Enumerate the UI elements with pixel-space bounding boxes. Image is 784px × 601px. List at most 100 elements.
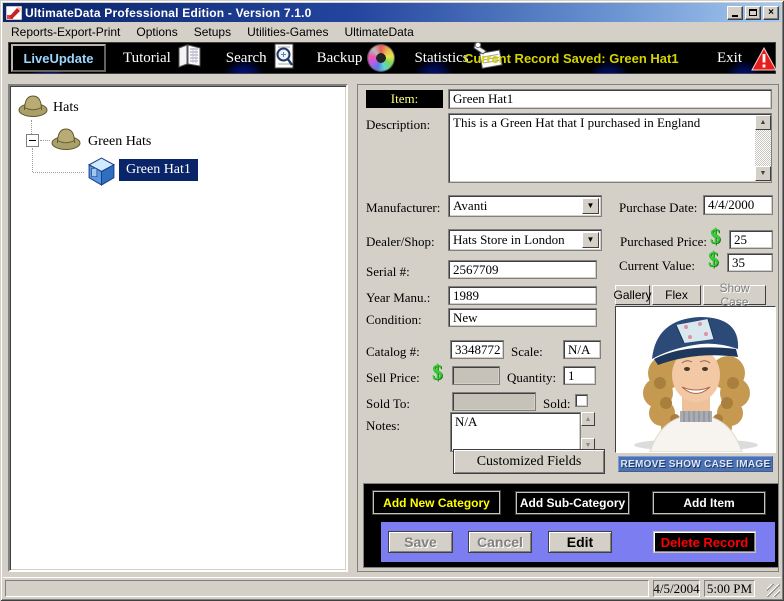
purchase-date-label: Purchase Date: [619, 200, 697, 216]
tab-flex[interactable]: Flex [652, 285, 701, 305]
sold-checkbox[interactable] [575, 394, 588, 407]
category-tree: Hats Green Hats Green Hat1 [8, 84, 348, 572]
manufacturer-combo[interactable]: Avanti ▼ [448, 195, 602, 217]
menu-bar: Reports-Export-Print Options Setups Util… [3, 23, 781, 41]
sold-label: Sold: [543, 396, 570, 412]
backup-button[interactable]: Backup [317, 50, 363, 67]
menu-options[interactable]: Options [128, 24, 185, 40]
serial-label: Serial #: [366, 264, 410, 280]
purchased-price-field[interactable]: 25 [729, 230, 773, 249]
collapse-toggle[interactable] [26, 134, 39, 147]
app-icon [6, 6, 22, 20]
magnifier-document-icon[interactable] [273, 43, 295, 74]
dollar-icon: $ [708, 249, 719, 270]
menu-reports-export-print[interactable]: Reports-Export-Print [3, 24, 128, 40]
window-title: UltimateData Professional Edition - Vers… [25, 6, 727, 20]
tab-show-case[interactable]: Show Case [703, 285, 766, 305]
maximize-icon [749, 9, 757, 16]
scroll-up-icon[interactable]: ▲ [755, 115, 771, 130]
tree-node-hats[interactable]: Hats [53, 100, 79, 116]
condition-label: Condition: [366, 312, 422, 328]
customized-fields-button[interactable]: Customized Fields [453, 449, 605, 474]
manufacturer-label: Manufacturer: [366, 200, 440, 216]
scroll-down-icon[interactable]: ▼ [755, 166, 771, 181]
item-field[interactable]: Green Hat1 [448, 89, 772, 109]
app-window: UltimateData Professional Edition - Vers… [0, 0, 784, 601]
statistics-button[interactable]: Statistics [414, 50, 468, 67]
item-label: Item: [366, 90, 443, 108]
dealer-shop-label: Dealer/Shop: [366, 234, 435, 250]
sold-to-label: Sold To: [366, 396, 410, 412]
chevron-down-icon[interactable]: ▼ [582, 232, 599, 248]
tree-connector [32, 148, 33, 172]
tree-connector [40, 140, 50, 141]
save-button[interactable]: Save [388, 531, 453, 553]
close-button[interactable]: × [763, 6, 779, 20]
tab-gallery[interactable]: Gallery [615, 285, 650, 305]
resize-grip[interactable] [767, 584, 780, 597]
search-button[interactable]: Search [226, 50, 267, 67]
status-bar: 4/5/2004 5:00 PM [3, 577, 781, 598]
scale-label: Scale: [511, 344, 543, 360]
hat-icon [17, 91, 49, 124]
catalog-field[interactable]: 3348772 [450, 340, 504, 359]
quantity-field[interactable]: 1 [563, 366, 596, 385]
minimize-icon [732, 15, 738, 17]
condition-field[interactable]: New [448, 308, 597, 327]
title-bar: UltimateData Professional Edition - Vers… [3, 3, 781, 22]
maximize-button[interactable] [745, 6, 761, 20]
tree-node-green-hat1[interactable]: Green Hat1 [119, 159, 198, 181]
current-value-label: Current Value: [619, 258, 695, 274]
description-scrollbar[interactable]: ▲ ▼ [755, 115, 771, 181]
record-buttons-strip: Save Cancel Edit Delete Record [381, 522, 775, 562]
scale-field[interactable]: N/A [563, 340, 601, 359]
chevron-down-icon[interactable]: ▼ [582, 198, 599, 214]
cancel-button[interactable]: Cancel [468, 531, 532, 553]
delete-record-button[interactable]: Delete Record [653, 531, 756, 553]
add-sub-category-button[interactable]: Add Sub-Category [516, 492, 629, 514]
catalog-label: Catalog #: [366, 344, 420, 360]
dollar-icon: $ [710, 226, 721, 247]
notes-field[interactable]: N/A [450, 412, 581, 452]
dollar-icon: $ [432, 362, 443, 383]
cd-disc-icon[interactable] [368, 45, 394, 71]
notes-label: Notes: [366, 418, 400, 434]
remove-show-case-image-button[interactable]: REMOVE SHOW CASE IMAGE [618, 456, 773, 472]
menu-utilities-games[interactable]: Utilities-Games [239, 24, 336, 40]
tree-node-green-hats[interactable]: Green Hats [88, 134, 151, 150]
year-manu-field[interactable]: 1989 [448, 286, 597, 305]
quantity-label: Quantity: [507, 370, 556, 386]
tutorial-button[interactable]: Tutorial [123, 50, 171, 67]
minimize-button[interactable] [727, 6, 743, 20]
notes-scrollbar[interactable]: ▲ ▼ [581, 412, 595, 452]
edit-button[interactable]: Edit [548, 531, 612, 553]
warning-triangle-icon[interactable] [751, 47, 777, 76]
scroll-up-icon[interactable]: ▲ [581, 412, 595, 426]
exit-button[interactable]: Exit [717, 50, 742, 67]
dealer-shop-value: Hats Store in London [453, 232, 565, 247]
book-icon[interactable] [176, 44, 202, 73]
sell-price-label: Sell Price: [366, 370, 420, 386]
show-case-photo [615, 306, 776, 453]
status-date: 4/5/2004 [653, 580, 700, 597]
dealer-shop-combo[interactable]: Hats Store in London ▼ [448, 229, 602, 251]
add-item-button[interactable]: Add Item [653, 492, 765, 514]
menu-setups[interactable]: Setups [186, 24, 239, 40]
toolbar: LiveUpdate Tutorial Search Backup Statis… [8, 42, 776, 74]
status-message-panel [5, 580, 649, 597]
sell-price-field[interactable] [452, 366, 500, 385]
actions-panel: Add New Category Add Sub-Category Add It… [363, 483, 779, 568]
serial-field[interactable]: 2567709 [448, 260, 597, 279]
status-time: 5:00 PM [704, 580, 755, 597]
tree-connector [33, 172, 84, 173]
liveupdate-button[interactable]: LiveUpdate [11, 44, 106, 72]
purchase-date-field[interactable]: 4/4/2000 [703, 195, 773, 215]
add-new-category-button[interactable]: Add New Category [373, 491, 500, 514]
current-value-field[interactable]: 35 [727, 253, 773, 272]
window-controls: × [727, 6, 779, 20]
menu-ultimatedata[interactable]: UltimateData [336, 24, 421, 40]
year-manu-label: Year Manu.: [366, 290, 430, 306]
sold-to-field[interactable] [452, 392, 536, 411]
description-field[interactable]: This is a Green Hat that I purchased in … [448, 113, 772, 183]
manufacturer-value: Avanti [453, 198, 487, 213]
